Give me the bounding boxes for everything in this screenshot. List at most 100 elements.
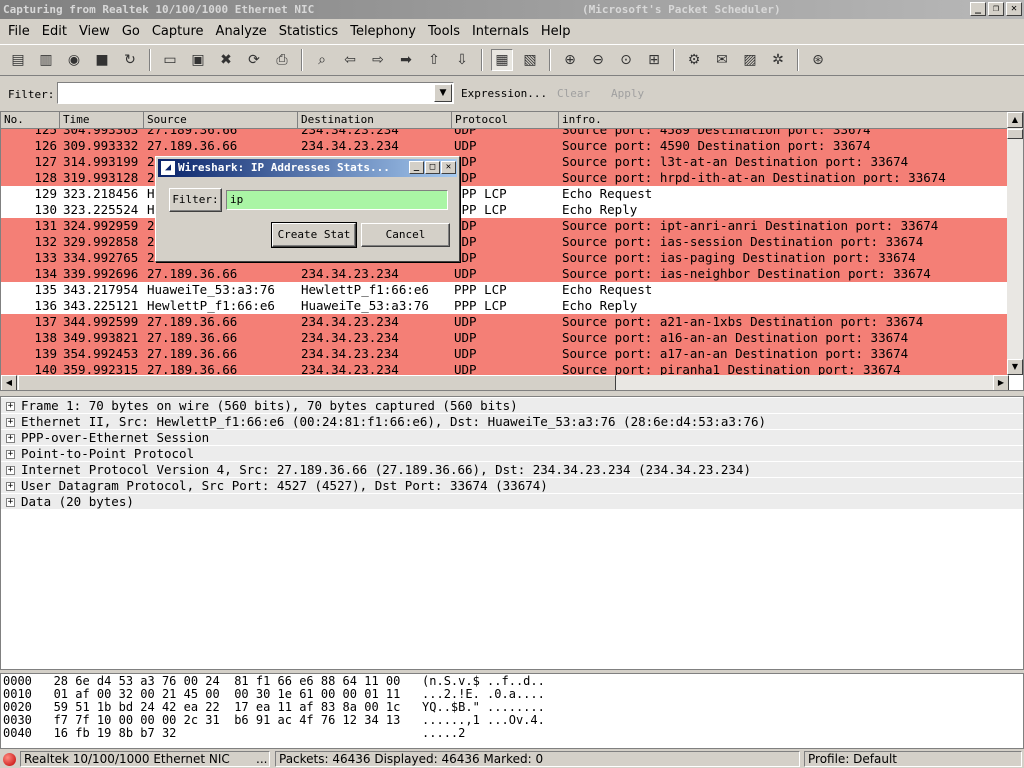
expression-button[interactable]: Expression... — [461, 87, 547, 100]
detail-tree-item[interactable]: + User Datagram Protocol, Src Port: 4527 … — [1, 478, 1023, 494]
packet-row[interactable]: 130 323.225524 H PPP LCP Echo Reply — [1, 202, 1009, 218]
menu-go[interactable]: Go — [116, 24, 146, 39]
restart-icon[interactable]: ↻ — [119, 49, 141, 71]
clear-button[interactable]: Clear — [557, 87, 590, 100]
expand-icon[interactable]: + — [6, 482, 15, 491]
filter-dropdown-button[interactable]: ▼ — [434, 84, 452, 102]
forward-icon[interactable]: ⇨ — [367, 49, 389, 71]
zoom-in-icon[interactable]: ⊕ — [559, 49, 581, 71]
menu-file[interactable]: File — [2, 24, 36, 39]
create-stat-button[interactable]: Create Stat — [271, 222, 357, 248]
column-header-source[interactable]: Source — [144, 112, 298, 129]
packet-row[interactable]: 126 309.993332 27.189.36.66 234.34.23.234 UD… — [1, 138, 1009, 154]
menu-telephony[interactable]: Telephony — [344, 24, 422, 39]
detail-tree-item[interactable]: + Ethernet II, Src: HewlettP_f1:66:e6 (00… — [1, 414, 1023, 430]
menu-edit[interactable]: Edit — [36, 24, 73, 39]
display-filter-input[interactable]: ▼ — [57, 82, 454, 104]
packet-row[interactable]: 131 324.992959 2 UDP Source port: ipt-anri-a… — [1, 218, 1009, 234]
normal-size-icon[interactable]: ⊙ — [615, 49, 637, 71]
menu-capture[interactable]: Capture — [146, 24, 210, 39]
cancel-button[interactable]: Cancel — [361, 223, 450, 247]
column-header-no[interactable]: No. — [1, 112, 60, 129]
reload-icon[interactable]: ⟳ — [243, 49, 265, 71]
expand-icon[interactable]: + — [6, 402, 15, 411]
dialog-minimize-button[interactable]: _ — [409, 161, 424, 174]
vscroll-thumb[interactable] — [1007, 129, 1023, 139]
help-icon[interactable]: ⊛ — [807, 49, 829, 71]
column-header-info[interactable]: infro. — [559, 112, 1009, 129]
preferences-icon[interactable]: ✲ — [767, 49, 789, 71]
menu-internals[interactable]: Internals — [466, 24, 535, 39]
scroll-left-button[interactable]: ◀ — [1, 375, 17, 390]
status-profile[interactable]: Profile: Default — [804, 751, 1022, 767]
expand-icon[interactable]: + — [6, 498, 15, 507]
detail-tree-item[interactable]: + PPP-over-Ethernet Session — [1, 430, 1023, 446]
packet-row[interactable]: 140 359.992315 27.189.36.66 234.34.23.234 UD… — [1, 362, 1009, 375]
expand-icon[interactable]: + — [6, 418, 15, 427]
expand-icon[interactable]: + — [6, 466, 15, 475]
packet-list-vscroll[interactable]: ▲ ▼ — [1007, 112, 1023, 375]
detail-tree-item[interactable]: + Data (20 bytes) — [1, 494, 1023, 510]
packet-row[interactable]: 134 339.992696 27.189.36.66 234.34.23.234 UD… — [1, 266, 1009, 282]
packet-row[interactable]: 128 319.993128 2 UDP Source port: hrpd-ith-a… — [1, 170, 1009, 186]
dialog-filter-input[interactable]: ip — [226, 190, 448, 210]
column-header-time[interactable]: Time — [60, 112, 144, 129]
menu-help[interactable]: Help — [535, 24, 577, 39]
interfaces-icon[interactable]: ▤ — [7, 49, 29, 71]
close-icon[interactable]: ✖ — [215, 49, 237, 71]
packet-row[interactable]: 137 344.992599 27.189.36.66 234.34.23.234 UD… — [1, 314, 1009, 330]
scroll-up-button[interactable]: ▲ — [1007, 112, 1023, 128]
menu-view[interactable]: View — [73, 24, 116, 39]
maximize-button[interactable]: ❐ — [988, 2, 1004, 16]
packet-row[interactable]: 138 349.993821 27.189.36.66 234.34.23.234 UD… — [1, 330, 1009, 346]
column-header-destination[interactable]: Destination — [298, 112, 452, 129]
hscroll-thumb[interactable] — [18, 375, 616, 390]
packet-row[interactable]: 136 343.225121 HewlettP_f1:66:e6 HuaweiTe_5… — [1, 298, 1009, 314]
find-icon[interactable]: ⌕ — [311, 49, 333, 71]
options-icon[interactable]: ▥ — [35, 49, 57, 71]
dialog-maximize-button[interactable]: □ — [425, 161, 440, 174]
packet-row[interactable]: 139 354.992453 27.189.36.66 234.34.23.234 UD… — [1, 346, 1009, 362]
detail-tree-item[interactable]: + Point-to-Point Protocol — [1, 446, 1023, 462]
goto-icon[interactable]: ➡ — [395, 49, 417, 71]
minimize-button[interactable]: _ — [970, 2, 986, 16]
print-icon[interactable]: ⎙ — [271, 49, 293, 71]
packet-cell-info: Source port: piranha1 Destination port: … — [562, 362, 901, 375]
scroll-down-button[interactable]: ▼ — [1007, 359, 1023, 375]
expand-icon[interactable]: + — [6, 434, 15, 443]
resize-columns-icon[interactable]: ⊞ — [643, 49, 665, 71]
open-icon[interactable]: ▭ — [159, 49, 181, 71]
expert-info-icon[interactable] — [3, 753, 16, 766]
packet-row[interactable]: 129 323.218456 H PPP LCP Echo Request — [1, 186, 1009, 202]
packet-row[interactable]: 135 343.217954 HuaweiTe_53:a3:76 HewlettP_f… — [1, 282, 1009, 298]
last-icon[interactable]: ⇩ — [451, 49, 473, 71]
expand-icon[interactable]: + — [6, 450, 15, 459]
save-icon[interactable]: ▣ — [187, 49, 209, 71]
close-button[interactable]: ✕ — [1006, 2, 1022, 16]
display-filters-icon[interactable]: ✉ — [711, 49, 733, 71]
start-icon[interactable]: ◉ — [63, 49, 85, 71]
detail-tree-item[interactable]: + Frame 1: 70 bytes on wire (560 bits), 7… — [1, 398, 1023, 414]
first-icon[interactable]: ⇧ — [423, 49, 445, 71]
menu-analyze[interactable]: Analyze — [210, 24, 273, 39]
autoscroll-icon[interactable]: ▧ — [519, 49, 541, 71]
menu-statistics[interactable]: Statistics — [273, 24, 344, 39]
coloring-rules-icon[interactable]: ▨ — [739, 49, 761, 71]
column-header-protocol[interactable]: Protocol — [452, 112, 559, 129]
detail-tree-item[interactable]: + Internet Protocol Version 4, Src: 27.18… — [1, 462, 1023, 478]
zoom-out-icon[interactable]: ⊖ — [587, 49, 609, 71]
menu-tools[interactable]: Tools — [422, 24, 466, 39]
capture-filters-icon[interactable]: ⚙ — [683, 49, 705, 71]
packet-row[interactable]: 125 304.993363 27.189.36.66 234.34.23.234 UD… — [1, 129, 1009, 138]
packet-list-hscroll[interactable]: ◀ ▶ — [1, 375, 1009, 390]
packet-row[interactable]: 127 314.993199 2 UDP Source port: l3t-at-an … — [1, 154, 1009, 170]
colorize-icon[interactable]: ▦ — [491, 49, 513, 71]
packet-row[interactable]: 133 334.992765 2 UDP Source port: ias-paging… — [1, 250, 1009, 266]
stop-icon[interactable]: ■ — [91, 49, 113, 71]
packet-row[interactable]: 132 329.992858 2 UDP Source port: ias-sessio… — [1, 234, 1009, 250]
dialog-close-button[interactable]: ✕ — [441, 161, 456, 174]
dialog-filter-button[interactable]: Filter: — [169, 188, 222, 212]
back-icon[interactable]: ⇦ — [339, 49, 361, 71]
scroll-right-button[interactable]: ▶ — [993, 375, 1009, 390]
apply-button[interactable]: Apply — [611, 87, 644, 100]
